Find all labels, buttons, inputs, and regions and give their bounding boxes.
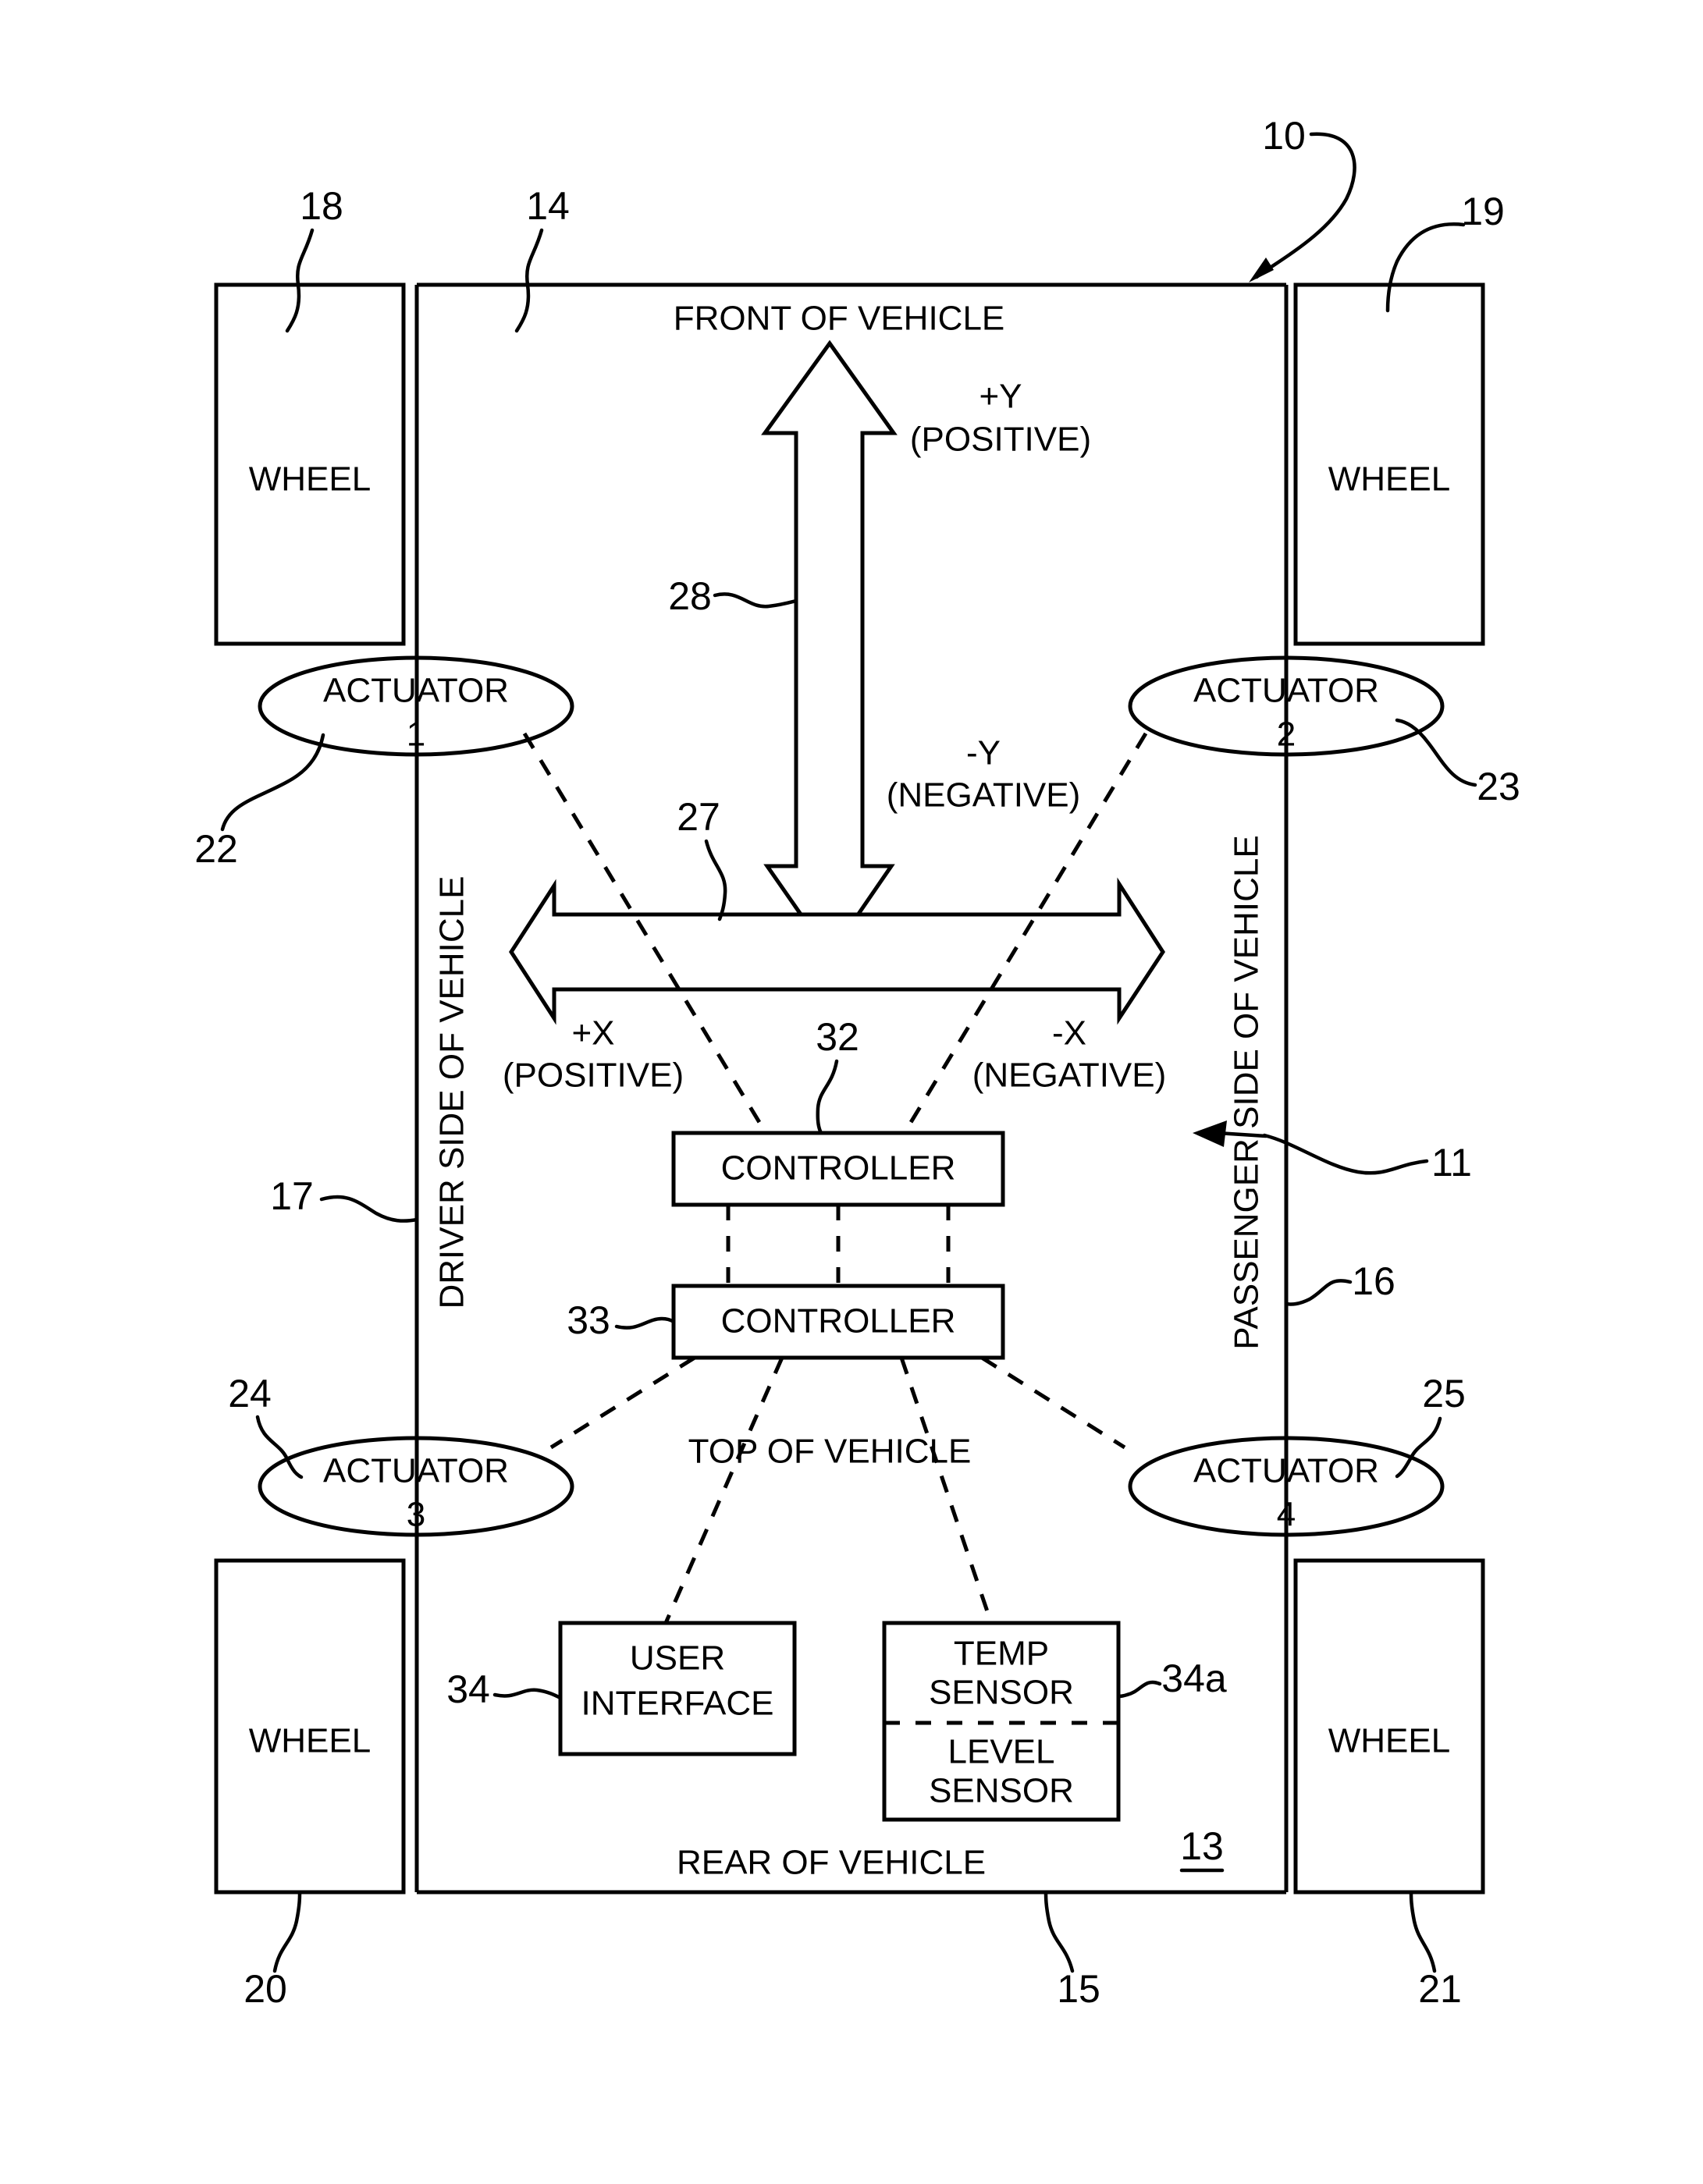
ref-27-leader	[704, 839, 727, 922]
user-interface-label-line2: INTERFACE	[581, 1685, 774, 1723]
wheel-rear-passenger-label: WHEEL	[1328, 1722, 1450, 1760]
ref-27-text: 27	[677, 795, 720, 839]
figure-canvas: WHEEL WHEEL WHEEL WHEEL FRONT OF VEHICLE…	[194, 114, 1520, 2011]
y-positive-label: +Y	[979, 378, 1022, 416]
controller-lower-label: CONTROLLER	[721, 1302, 956, 1341]
ref-17-leader	[319, 1195, 419, 1223]
x-negative-word-label: (NEGATIVE)	[972, 1056, 1167, 1095]
actuator-2-label: ACTUATOR	[1193, 672, 1379, 710]
user-interface-label-line1: USER	[630, 1639, 725, 1678]
ref-32-leader	[816, 1059, 839, 1135]
ref-16-leader	[1284, 1279, 1353, 1306]
actuator-3-label: ACTUATOR	[323, 1452, 509, 1490]
temp-sensor-label-line1: TEMP	[954, 1635, 1049, 1673]
ref-28-leader	[713, 592, 798, 609]
y-positive-word-label: (POSITIVE)	[910, 421, 1091, 459]
dashed-link-controller33-user-interface	[663, 1356, 784, 1625]
ref-14-text: 14	[526, 184, 570, 228]
ref-10-text: 10	[1262, 114, 1306, 158]
ref-32-text: 32	[816, 1015, 859, 1059]
ref-34-text: 34	[446, 1667, 490, 1711]
level-sensor-label-line2: SENSOR	[929, 1772, 1074, 1810]
ref-15-text: 15	[1057, 1967, 1100, 2011]
rear-of-vehicle-label: REAR OF VEHICLE	[677, 1844, 986, 1882]
front-of-vehicle-label: FRONT OF VEHICLE	[674, 300, 1005, 338]
x-negative-label: -X	[1052, 1014, 1086, 1053]
figure-number-text: 13	[1180, 1824, 1224, 1868]
x-positive-word-label: (POSITIVE)	[503, 1056, 684, 1095]
ref-20-text: 20	[244, 1967, 287, 2011]
ref-34a-text: 34a	[1161, 1657, 1227, 1700]
level-sensor-label-line1: LEVEL	[948, 1733, 1055, 1771]
wheel-front-passenger-label: WHEEL	[1328, 460, 1450, 499]
actuator-4-number: 4	[1277, 1496, 1296, 1534]
ref-11-leader	[1262, 1133, 1429, 1175]
actuator-1-label: ACTUATOR	[323, 672, 509, 710]
controller-upper-label: CONTROLLER	[721, 1149, 956, 1188]
wheel-front-driver-label: WHEEL	[249, 460, 371, 499]
ref-19-text: 19	[1461, 190, 1505, 233]
dashed-link-controller33-actuator4	[980, 1355, 1126, 1450]
ref-20-leader	[272, 1890, 302, 1973]
ref-34-leader	[492, 1688, 563, 1700]
ref-14-leader	[514, 228, 544, 333]
dashed-link-controller33-temp-sensor	[899, 1357, 994, 1624]
patent-figure: WHEEL WHEEL WHEEL WHEEL FRONT OF VEHICLE…	[0, 0, 1703, 2184]
y-negative-label: -Y	[966, 734, 1001, 772]
ref-25-text: 25	[1422, 1372, 1466, 1415]
actuator-4-label: ACTUATOR	[1193, 1452, 1379, 1490]
ref-33-text: 33	[567, 1298, 610, 1342]
ref-17-text: 17	[270, 1174, 314, 1218]
ref-16-text: 16	[1352, 1259, 1395, 1303]
ref-24-text: 24	[228, 1372, 272, 1415]
y-axis-double-arrow	[761, 339, 898, 960]
ref-23-text: 23	[1477, 765, 1520, 808]
x-positive-label: +X	[571, 1014, 614, 1053]
ref-15-leader	[1043, 1890, 1075, 1973]
actuator-1-number: 1	[407, 716, 425, 754]
wheel-rear-driver-label: WHEEL	[249, 1722, 371, 1760]
ref-34a-leader	[1116, 1680, 1162, 1699]
ref-22-leader	[220, 733, 325, 832]
ref-18-text: 18	[300, 184, 343, 228]
temp-sensor-label-line2: SENSOR	[929, 1674, 1074, 1712]
actuator-3-number: 3	[407, 1496, 425, 1534]
ref-21-leader	[1409, 1890, 1437, 1973]
driver-side-of-vehicle-label: DRIVER SIDE OF VEHICLE	[433, 875, 471, 1309]
ref-24-leader	[255, 1415, 304, 1479]
dashed-link-controller33-actuator3	[549, 1355, 696, 1450]
ref-33-leader	[614, 1316, 676, 1330]
ref-28-text: 28	[668, 574, 712, 618]
top-of-vehicle-label: TOP OF VEHICLE	[688, 1433, 972, 1471]
y-negative-word-label: (NEGATIVE)	[887, 776, 1081, 815]
actuator-2-number: 2	[1277, 716, 1296, 754]
ref-25-leader	[1395, 1416, 1442, 1479]
passenger-side-of-vehicle-label: PASSENGER SIDE OF VEHICLE	[1228, 835, 1266, 1349]
ref-11-text: 11	[1431, 1141, 1472, 1184]
ref-22-text: 22	[194, 827, 238, 871]
ref-10-arrowhead	[1249, 257, 1274, 282]
ref-23-leader	[1395, 718, 1477, 787]
ref-21-text: 21	[1418, 1967, 1462, 2011]
